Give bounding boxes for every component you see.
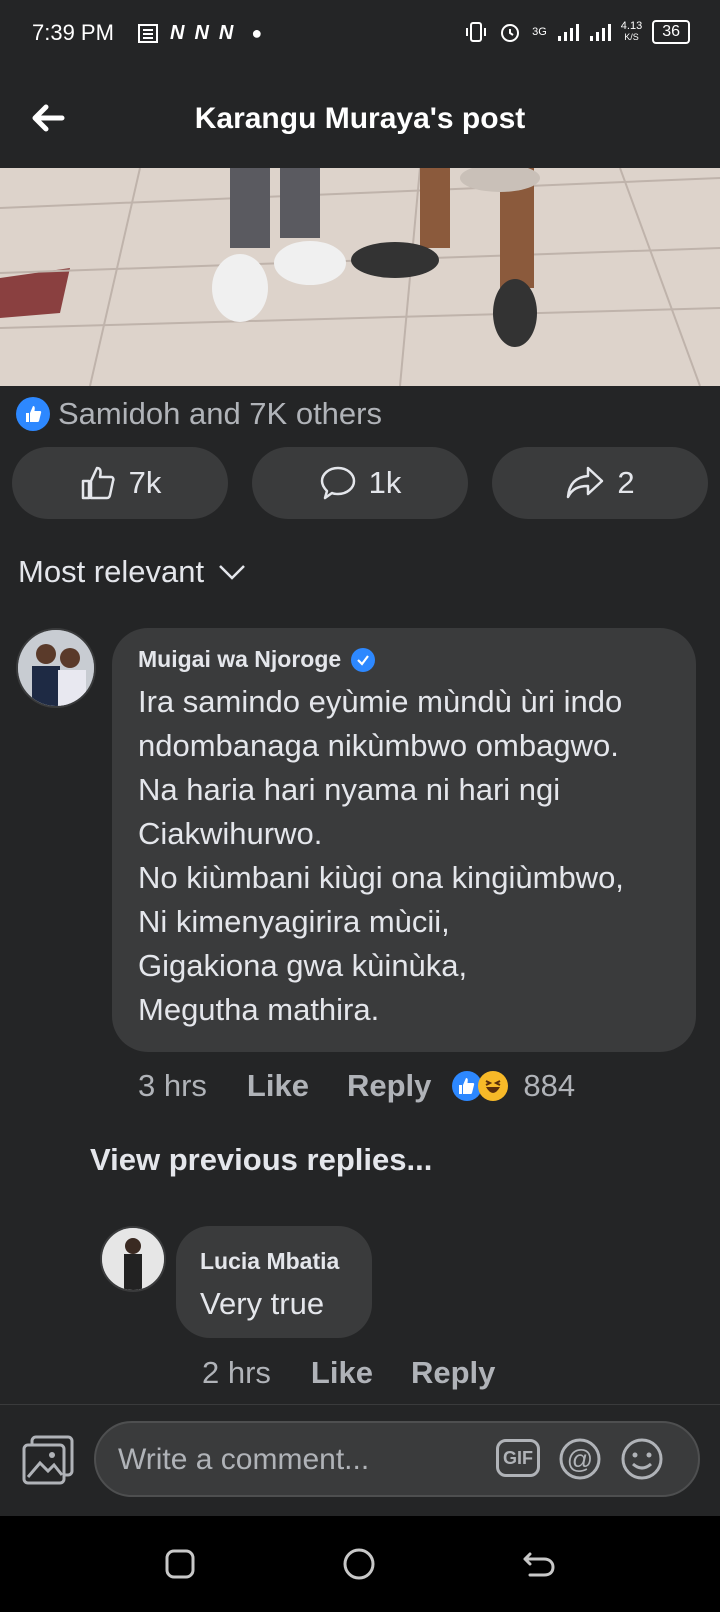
reply-bubble[interactable]: Lucia Mbatia Very true: [176, 1226, 372, 1338]
likes-summary-text: Samidoh and 7K others: [58, 396, 382, 431]
sort-label: Most relevant: [18, 554, 205, 589]
photo-attach-icon[interactable]: [22, 1435, 74, 1485]
haha-reaction-icon: [478, 1071, 509, 1101]
notification-n-icon: N: [218, 22, 234, 44]
comment-sort-dropdown[interactable]: Most relevant: [18, 554, 246, 590]
reply-text: Very true: [200, 1286, 325, 1321]
recent-apps-icon[interactable]: [164, 1548, 196, 1580]
share-arrow-icon: [567, 466, 604, 499]
comment-input-box[interactable]: GIF @: [94, 1421, 700, 1497]
comment-time: 3 hrs: [138, 1068, 207, 1103]
reply-time: 2 hrs: [202, 1355, 271, 1390]
comment-button[interactable]: 1k: [252, 447, 468, 519]
back-nav-icon[interactable]: [522, 1548, 556, 1580]
comment-reply-button[interactable]: Reply: [347, 1068, 431, 1104]
comment-like-button[interactable]: Like: [247, 1068, 309, 1104]
comment-author[interactable]: Muigai wa Njoroge: [138, 646, 376, 673]
comment-bubble[interactable]: Muigai wa Njoroge Ira samindo eyùmie mùn…: [112, 628, 696, 1052]
comment-count: 1k: [368, 465, 402, 500]
network-type: 3G: [532, 26, 547, 38]
status-right-icons: 3G 4.13 K/S 36: [464, 20, 690, 44]
page-title: Karangu Muraya's post: [194, 102, 526, 135]
vibrate-icon: [466, 22, 487, 42]
comment-bubble-icon: [320, 466, 355, 500]
comment-meta: 3 hrs Like Reply 884: [138, 1068, 575, 1104]
home-icon[interactable]: [342, 1547, 376, 1581]
share-button[interactable]: 2: [492, 447, 708, 519]
chevron-down-icon: [219, 565, 245, 580]
photo-image: [0, 168, 720, 386]
avatar[interactable]: [100, 1226, 166, 1292]
share-count: 2: [617, 465, 635, 500]
reply-meta: 2 hrs Like Reply: [202, 1355, 495, 1391]
more-dot-icon: ●: [251, 23, 263, 43]
status-time: 7:39 PM: [32, 20, 114, 45]
comment-composer: GIF @: [0, 1404, 720, 1517]
post-photo[interactable]: [0, 168, 720, 386]
reactions-summary[interactable]: Samidoh and 7K others: [16, 396, 382, 432]
avatar-photo: [102, 1228, 164, 1290]
back-arrow-icon[interactable]: [28, 98, 68, 138]
comment-input[interactable]: [116, 1435, 500, 1485]
mention-icon[interactable]: @: [558, 1437, 602, 1481]
avatar-photo: [18, 630, 94, 706]
app-header: Karangu Muraya's post: [0, 72, 720, 168]
signal-icon: [557, 24, 579, 41]
reply-author[interactable]: Lucia Mbatia: [200, 1248, 339, 1275]
battery-indicator: 36: [652, 20, 690, 44]
alarm-icon: [501, 24, 520, 42]
system-navigation-bar: [0, 1516, 720, 1612]
comment-reactions[interactable]: 884: [451, 1068, 575, 1104]
signal-icon: [589, 24, 611, 41]
like-button[interactable]: 7k: [12, 447, 228, 519]
svg-text:@: @: [567, 1444, 593, 1474]
reaction-count: 884: [523, 1068, 576, 1103]
notification-n-icon: N: [194, 22, 209, 44]
comment-text: Ira samindo eyùmie mùndù ùri indo ndomba…: [138, 684, 624, 1027]
verified-badge-icon: [351, 647, 376, 672]
data-speed: 4.13 K/S: [620, 20, 643, 43]
gif-button[interactable]: GIF: [496, 1439, 540, 1477]
status-bar: 7:39 PM N N N ● 3G 4.13 K/S 36: [0, 0, 720, 72]
like-count: 7k: [128, 465, 162, 500]
thumbs-up-icon: [81, 466, 115, 500]
view-previous-replies-link[interactable]: View previous replies...: [90, 1142, 432, 1178]
reply-like-button[interactable]: Like: [311, 1355, 373, 1391]
reply-reply-button[interactable]: Reply: [411, 1355, 495, 1391]
notification-n-icon: N: [170, 22, 185, 44]
like-reaction-icon: [16, 397, 50, 431]
news-icon: [138, 23, 158, 43]
emoji-icon[interactable]: [620, 1437, 664, 1481]
notification-icons: N N N ●: [138, 22, 262, 45]
avatar[interactable]: [16, 628, 96, 708]
